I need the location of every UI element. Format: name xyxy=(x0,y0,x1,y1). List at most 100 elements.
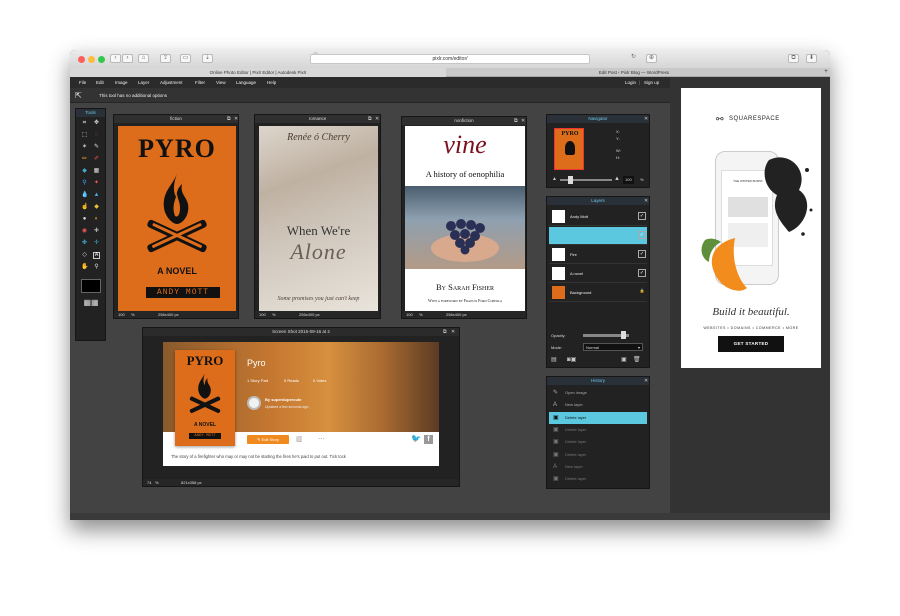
doc-title[interactable]: nonfiction xyxy=(402,117,526,125)
facebook-icon[interactable]: f xyxy=(424,435,433,444)
menu-language[interactable]: Language xyxy=(236,77,256,88)
opacity-slider-thumb[interactable] xyxy=(621,331,626,339)
sidebar-icon[interactable]: ▭ xyxy=(180,54,191,63)
grid-view-icon[interactable]: ▦▦ xyxy=(81,297,101,309)
move-tool-icon[interactable]: ✥ xyxy=(93,120,100,127)
squarespace-ad[interactable]: ⚯ SQUARESPACE THE WINTER BURST Build it … xyxy=(681,88,821,368)
marquee-tool-icon[interactable]: ⬚ xyxy=(81,132,88,139)
layer-row[interactable]: ✓ xyxy=(549,227,647,245)
menu-file[interactable]: File xyxy=(79,77,86,88)
layer-row[interactable]: A novel ✓ xyxy=(549,265,647,283)
drawing-tool-icon[interactable]: ◇ xyxy=(81,252,88,259)
burn-tool-icon[interactable]: ◐ xyxy=(93,216,100,223)
url-bar[interactable]: pixlr.com/editor/ xyxy=(310,54,590,64)
history-item[interactable]: A New layer xyxy=(549,461,647,473)
download-icon[interactable]: ⇣ xyxy=(202,54,213,63)
zoom-out-icon[interactable]: ▲ xyxy=(552,176,557,182)
layer-row[interactable]: Fire ✓ xyxy=(549,246,647,264)
tab-wordpress[interactable]: Edit Post ‹ Pixlr Blog — WordPress xyxy=(446,68,822,77)
history-item[interactable]: ▣ Delete layer xyxy=(549,449,647,461)
signup-link[interactable]: Sign up xyxy=(644,77,659,88)
zoom-value[interactable]: 74 xyxy=(147,479,151,486)
menu-layer[interactable]: Layer xyxy=(138,77,149,88)
wand-tool-icon[interactable]: ✶ xyxy=(81,144,88,151)
restore-icon[interactable]: ⧉ xyxy=(514,117,518,125)
tab-pixlr-editor[interactable]: Online Photo Editor | Pixlr Editor | Aut… xyxy=(70,68,446,77)
blur-tool-icon[interactable]: 💧 xyxy=(81,192,88,199)
layer-properties-icon[interactable]: ▤ xyxy=(551,356,557,363)
doc-title[interactable]: fiction xyxy=(114,115,238,123)
close-icon[interactable]: ✕ xyxy=(644,377,648,385)
spot-heal-icon[interactable]: ✚ xyxy=(93,228,100,235)
edit-story-button[interactable]: ✎ Edit Story xyxy=(247,435,289,444)
new-tab-button[interactable]: + xyxy=(822,68,830,77)
menu-help[interactable]: Help xyxy=(267,77,276,88)
twitter-icon[interactable]: 🐦 xyxy=(411,434,421,443)
layer-visibility-checkbox[interactable]: ✓ xyxy=(638,212,646,220)
forward-icon[interactable]: › xyxy=(122,54,133,63)
zoom-value[interactable]: 100 xyxy=(118,311,125,318)
restore-icon[interactable]: ⧉ xyxy=(368,115,372,123)
menu-image[interactable]: Image xyxy=(115,77,128,88)
history-item[interactable]: A New layer xyxy=(549,399,647,411)
downloads-icon[interactable]: ⬇ xyxy=(806,54,817,63)
reload-icon[interactable]: ↻ xyxy=(628,54,639,63)
maximize-window-button[interactable] xyxy=(98,56,105,63)
home-icon[interactable]: ⌂ xyxy=(138,54,149,63)
clone-tool-icon[interactable]: ⚲ xyxy=(81,180,88,187)
eraser-tool-icon[interactable]: ✐ xyxy=(93,156,100,163)
type-tool-icon[interactable]: A xyxy=(93,252,100,259)
zoom-value[interactable]: 100 xyxy=(259,311,266,318)
doc-title[interactable]: romance xyxy=(255,115,380,123)
menu-view[interactable]: View xyxy=(216,77,226,88)
navigator-zoom-value[interactable]: 100 xyxy=(623,176,634,184)
minimize-window-button[interactable] xyxy=(88,56,95,63)
hand-tool-icon[interactable]: ✋ xyxy=(81,264,88,271)
avatar[interactable] xyxy=(247,396,261,410)
zoom-slider-thumb[interactable] xyxy=(568,176,573,184)
close-window-button[interactable] xyxy=(78,56,85,63)
close-icon[interactable]: ✕ xyxy=(644,115,648,123)
layer-visibility-checkbox[interactable]: ✓ xyxy=(638,250,646,258)
menu-filter[interactable]: Filter xyxy=(195,77,205,88)
sharpen-tool-icon[interactable]: ▲ xyxy=(93,192,100,199)
layer-visibility-checkbox[interactable]: ✓ xyxy=(638,269,646,277)
lasso-tool-icon[interactable]: ◌ xyxy=(93,132,100,139)
bloat-tool-icon[interactable]: ✤ xyxy=(81,240,88,247)
history-item[interactable]: ▣ Delete layer xyxy=(549,424,647,436)
login-link[interactable]: Login xyxy=(625,77,636,88)
back-icon[interactable]: ‹ xyxy=(110,54,121,63)
doc-title[interactable]: Screen Shot 2015-09-16 at 2 xyxy=(143,328,459,336)
gradient-tool-icon[interactable]: ▦ xyxy=(93,168,100,175)
restore-icon[interactable]: ⧉ xyxy=(227,115,231,123)
menu-adjustment[interactable]: Adjustment xyxy=(160,77,183,88)
history-item[interactable]: ✎ Open image xyxy=(549,387,647,399)
color-swatch[interactable] xyxy=(81,279,101,293)
share-icon[interactable]: ⇪ xyxy=(160,54,171,63)
close-icon[interactable]: ✕ xyxy=(375,115,379,123)
layer-mask-icon[interactable]: ◙▣ xyxy=(567,356,576,363)
more-icon[interactable]: ⋯ xyxy=(318,435,325,443)
stats-icon[interactable]: ▥ xyxy=(296,435,303,443)
layer-row[interactable]: Background 🔒 xyxy=(549,284,647,302)
layer-row[interactable]: Andy Mott ✓ xyxy=(549,208,647,226)
get-started-button[interactable]: GET STARTED xyxy=(718,336,784,352)
pencil-tool-icon[interactable]: ✎ xyxy=(93,144,100,151)
zoom-value[interactable]: 100 xyxy=(406,311,413,318)
bucket-tool-icon[interactable]: ◆ xyxy=(81,168,88,175)
restore-icon[interactable]: ⧉ xyxy=(443,328,447,336)
add-bookmark-icon[interactable]: ⊕ xyxy=(646,54,657,63)
tabs-overview-icon[interactable]: ⧉ xyxy=(788,54,799,63)
zoom-in-icon[interactable]: ▲ xyxy=(614,176,620,182)
story-username[interactable]: By superdupercute xyxy=(265,397,301,402)
delete-layer-icon[interactable]: 🗑 xyxy=(633,356,641,363)
color-replace-icon[interactable]: ✦ xyxy=(93,180,100,187)
close-icon[interactable]: ✕ xyxy=(644,197,648,205)
redeye-tool-icon[interactable]: ◉ xyxy=(81,228,88,235)
history-item[interactable]: ▣ Delete layer xyxy=(549,436,647,448)
new-layer-icon[interactable]: ▣ xyxy=(621,356,627,363)
close-icon[interactable]: ✕ xyxy=(521,117,525,125)
lock-icon[interactable]: 🔒 xyxy=(638,288,646,296)
layer-visibility-checkbox[interactable]: ✓ xyxy=(638,231,646,239)
history-item[interactable]: ▣ Delete layer xyxy=(549,411,647,424)
